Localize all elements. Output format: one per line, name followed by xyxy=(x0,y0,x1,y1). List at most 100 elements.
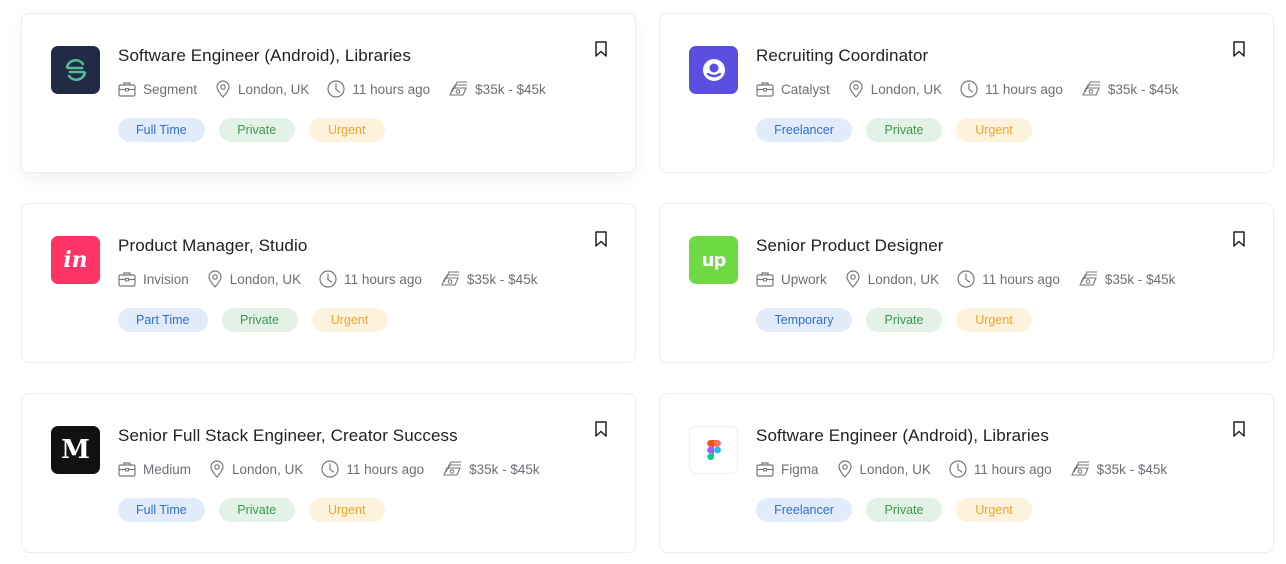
urgent-tag[interactable]: Urgent xyxy=(956,498,1032,522)
segment-logo-icon xyxy=(65,58,86,82)
medium-logo: M xyxy=(51,426,100,474)
private-tag[interactable]: Private xyxy=(221,308,298,332)
invision-logo: in xyxy=(51,236,100,284)
location-text: London, UK xyxy=(232,461,304,477)
location-text: London, UK xyxy=(867,271,940,287)
map-pin-icon xyxy=(208,270,222,288)
map-pin-icon xyxy=(846,270,860,288)
bookmark-icon[interactable] xyxy=(1231,230,1247,248)
company-name: Upwork xyxy=(781,271,827,287)
private-tag[interactable]: Private xyxy=(218,118,295,142)
posted: 11 hours ago xyxy=(319,270,422,288)
briefcase-icon xyxy=(118,462,136,477)
posted-text: 11 hours ago xyxy=(344,271,422,287)
company-name: Catalyst xyxy=(781,81,830,97)
clock-icon xyxy=(957,270,975,288)
salary-text: $35k - $45k xyxy=(1096,461,1168,477)
posted: 11 hours ago xyxy=(960,80,1063,98)
money-icon xyxy=(443,461,462,476)
posted-text: 11 hours ago xyxy=(973,461,1052,477)
job-card[interactable]: Software Engineer (Android), Libraries F… xyxy=(659,393,1274,553)
job-type-tag[interactable]: Full Time xyxy=(118,498,205,522)
job-card[interactable]: Recruiting Coordinator Catalyst London, … xyxy=(659,13,1274,173)
company-name: Invision xyxy=(143,271,189,287)
location: London, UK xyxy=(845,270,939,288)
job-card[interactable]: M Senior Full Stack Engineer, Creator Su… xyxy=(21,393,636,553)
money-icon xyxy=(1082,81,1100,96)
job-title[interactable]: Software Engineer (Android), Libraries xyxy=(118,46,411,66)
location-text: London, UK xyxy=(870,81,943,97)
job-type-tag[interactable]: Freelancer xyxy=(756,498,852,522)
job-type-tag[interactable]: Freelancer xyxy=(756,118,852,142)
urgent-tag[interactable]: Urgent xyxy=(308,118,385,142)
urgent-tag[interactable]: Urgent xyxy=(956,308,1032,332)
private-tag[interactable]: Private xyxy=(218,498,295,522)
company: Catalyst xyxy=(756,81,830,97)
map-pin-icon xyxy=(216,80,230,98)
clock-icon xyxy=(321,460,339,478)
briefcase-icon xyxy=(118,82,136,97)
urgent-tag[interactable]: Urgent xyxy=(311,308,388,332)
salary: $35k - $45k xyxy=(1081,81,1179,97)
company: Figma xyxy=(756,461,819,477)
company: Medium xyxy=(118,461,191,477)
salary: $35k - $45k xyxy=(1070,461,1168,477)
urgent-tag[interactable]: Urgent xyxy=(956,118,1032,142)
company-name: Segment xyxy=(143,81,198,97)
bookmark-icon[interactable] xyxy=(593,230,609,248)
job-title[interactable]: Senior Full Stack Engineer, Creator Succ… xyxy=(118,426,458,446)
job-tags: Temporary Private Urgent xyxy=(756,308,1032,332)
company-name: Figma xyxy=(781,461,819,477)
job-title[interactable]: Product Manager, Studio xyxy=(118,236,307,256)
job-meta: Figma London, UK 11 hours ago $35k - $45… xyxy=(756,460,1185,478)
job-type-tag[interactable]: Temporary xyxy=(756,308,852,332)
company-name: Medium xyxy=(143,461,192,477)
location: London, UK xyxy=(215,80,309,98)
posted: 11 hours ago xyxy=(949,460,1052,478)
job-meta: Medium London, UK 11 hours ago $35k - $4… xyxy=(118,460,558,478)
job-meta: Upwork London, UK 11 hours ago $35k - $4… xyxy=(756,270,1193,288)
job-title[interactable]: Recruiting Coordinator xyxy=(756,46,928,66)
company: Segment xyxy=(118,81,197,97)
private-tag[interactable]: Private xyxy=(866,118,942,142)
location-text: London, UK xyxy=(238,81,310,97)
job-card[interactable]: Up Senior Product Designer Upwork London… xyxy=(659,203,1274,363)
salary: $35k - $45k xyxy=(442,461,540,477)
job-tags: Full Time Private Urgent xyxy=(118,118,385,142)
job-title[interactable]: Software Engineer (Android), Libraries xyxy=(756,426,1049,446)
job-card[interactable]: Software Engineer (Android), Libraries S… xyxy=(21,13,636,173)
bookmark-icon[interactable] xyxy=(1231,420,1247,438)
urgent-tag[interactable]: Urgent xyxy=(308,498,385,522)
company: Upwork xyxy=(756,271,827,287)
company: Invision xyxy=(118,271,189,287)
posted-text: 11 hours ago xyxy=(985,81,1063,97)
clock-icon xyxy=(960,80,978,98)
bookmark-icon[interactable] xyxy=(593,40,609,58)
location: London, UK xyxy=(837,460,931,478)
bookmark-icon[interactable] xyxy=(593,420,609,438)
money-icon xyxy=(1079,271,1097,286)
private-tag[interactable]: Private xyxy=(866,308,942,332)
map-pin-icon xyxy=(210,460,224,478)
location: London, UK xyxy=(207,270,301,288)
job-type-tag[interactable]: Full Time xyxy=(118,118,205,142)
salary-text: $35k - $45k xyxy=(1107,81,1179,97)
job-meta: Invision London, UK 11 hours ago $35k - … xyxy=(118,270,555,288)
invision-logo-text: in xyxy=(63,247,88,273)
job-tags: Full Time Private Urgent xyxy=(118,498,385,522)
job-type-tag[interactable]: Part Time xyxy=(118,308,208,332)
job-title[interactable]: Senior Product Designer xyxy=(756,236,944,256)
private-tag[interactable]: Private xyxy=(866,498,942,522)
map-pin-icon xyxy=(837,460,852,478)
segment-logo xyxy=(51,46,100,94)
job-meta: Segment London, UK 11 hours ago $35k - $… xyxy=(118,80,564,98)
bookmark-icon[interactable] xyxy=(1231,40,1247,58)
salary-text: $35k - $45k xyxy=(469,461,540,477)
location: London, UK xyxy=(209,460,303,478)
job-card[interactable]: in Product Manager, Studio Invision Lond… xyxy=(21,203,636,363)
map-pin-icon xyxy=(849,80,863,98)
salary: $35k - $45k xyxy=(448,81,546,97)
clock-icon xyxy=(327,80,345,98)
clock-icon xyxy=(949,460,967,478)
salary-text: $35k - $45k xyxy=(1104,271,1176,287)
